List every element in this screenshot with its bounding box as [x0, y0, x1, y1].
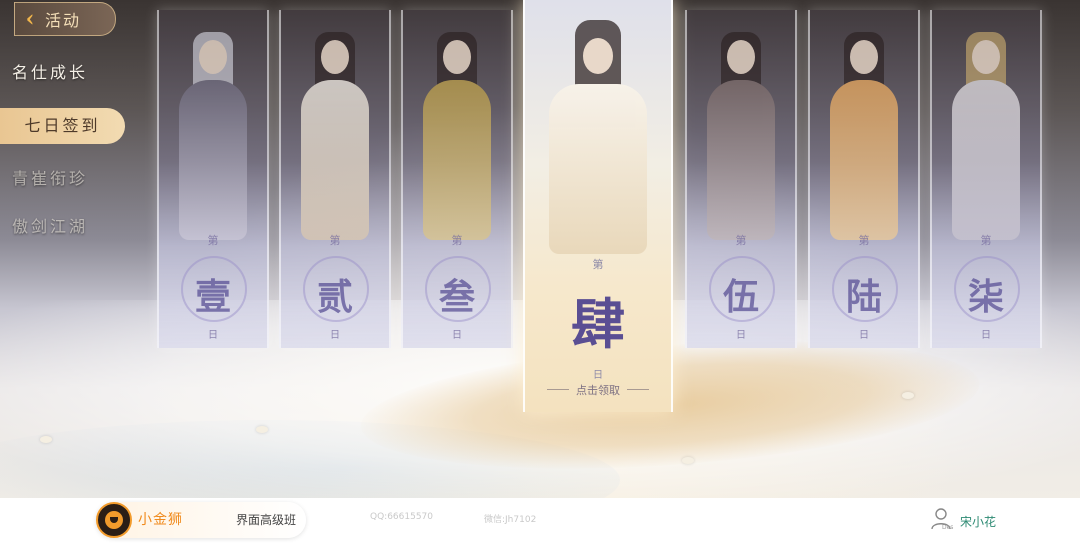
character-illustration: [824, 30, 904, 240]
lion-logo-icon: [96, 502, 132, 538]
character-illustration: [946, 30, 1026, 240]
day-number: 伍: [722, 276, 759, 318]
sidebar-item-growth[interactable]: 名仕成长: [12, 56, 88, 90]
petal-decoration: [902, 392, 914, 399]
day-number: 壹: [194, 276, 231, 318]
character-illustration: [295, 30, 375, 240]
character-illustration: [545, 14, 651, 254]
activity-stage: 第 壹 日 第 贰 日 第 叁 日 第 肆 日 点击领取 第 伍 日 第 陆 日…: [0, 0, 1080, 498]
day-prefix: 第: [329, 234, 341, 247]
signin-day-1-card[interactable]: 第 壹 日: [157, 10, 269, 348]
day-number: 陆: [845, 276, 882, 318]
footer-bar: 小金狮 界面高级班 QQ:66615570 微信:Jh7102 Des 宋小花: [0, 498, 1080, 545]
day-prefix: 第: [451, 234, 463, 247]
character-illustration: [701, 30, 781, 240]
sidebar-item-jianghu[interactable]: 傲剑江湖: [12, 210, 88, 244]
day-suffix: 日: [452, 330, 462, 341]
day-number: 肆: [571, 292, 625, 356]
brand-name: 小金狮: [138, 512, 183, 528]
user-subtitle: Des: [942, 524, 954, 531]
brand-badge: 小金狮 界面高级班: [96, 502, 306, 538]
day-number: 叁: [438, 276, 475, 318]
petal-decoration: [682, 457, 694, 464]
wechat-contact: 微信:Jh7102: [484, 515, 537, 525]
signin-day-6-card[interactable]: 第 陆 日: [808, 10, 920, 348]
user-name: 宋小花: [960, 515, 997, 529]
qq-contact: QQ:66615570: [370, 512, 434, 522]
day-prefix: 第: [592, 258, 604, 271]
course-name: 界面高级班: [236, 513, 297, 527]
day-suffix: 日: [859, 330, 869, 341]
signin-day-5-card[interactable]: 第 伍 日: [685, 10, 797, 348]
petal-decoration: [256, 426, 268, 433]
day-number: 柒: [967, 276, 1004, 318]
chevron-left-icon: ‹: [25, 6, 35, 32]
signin-day-4-card[interactable]: 第 肆 日 点击领取: [523, 0, 673, 412]
day-suffix: 日: [736, 330, 746, 341]
character-illustration: [173, 30, 253, 240]
sidebar-item-seven-day-signin[interactable]: 七日签到: [0, 108, 125, 144]
day-suffix: 日: [208, 330, 218, 341]
day-number: 贰: [316, 276, 353, 318]
day-prefix: 第: [735, 234, 747, 247]
signin-day-2-card[interactable]: 第 贰 日: [279, 10, 391, 348]
page-title: 活动: [45, 11, 82, 30]
character-illustration: [417, 30, 497, 240]
day-suffix: 日: [330, 330, 340, 341]
petal-decoration: [40, 436, 52, 443]
signin-day-3-card[interactable]: 第 叁 日: [401, 10, 513, 348]
day-prefix: 第: [858, 234, 870, 247]
back-button[interactable]: ‹ 活动: [14, 2, 116, 36]
sidebar-item-treasure[interactable]: 青崔衔珍: [12, 162, 88, 196]
signin-day-7-card[interactable]: 第 柒 日: [930, 10, 1042, 348]
claim-divider-right: [627, 389, 649, 390]
claim-reward-button[interactable]: 点击领取: [525, 382, 671, 398]
day-suffix: 日: [593, 370, 603, 381]
day-suffix: 日: [981, 330, 991, 341]
day-prefix: 第: [207, 234, 219, 247]
day-prefix: 第: [980, 234, 992, 247]
